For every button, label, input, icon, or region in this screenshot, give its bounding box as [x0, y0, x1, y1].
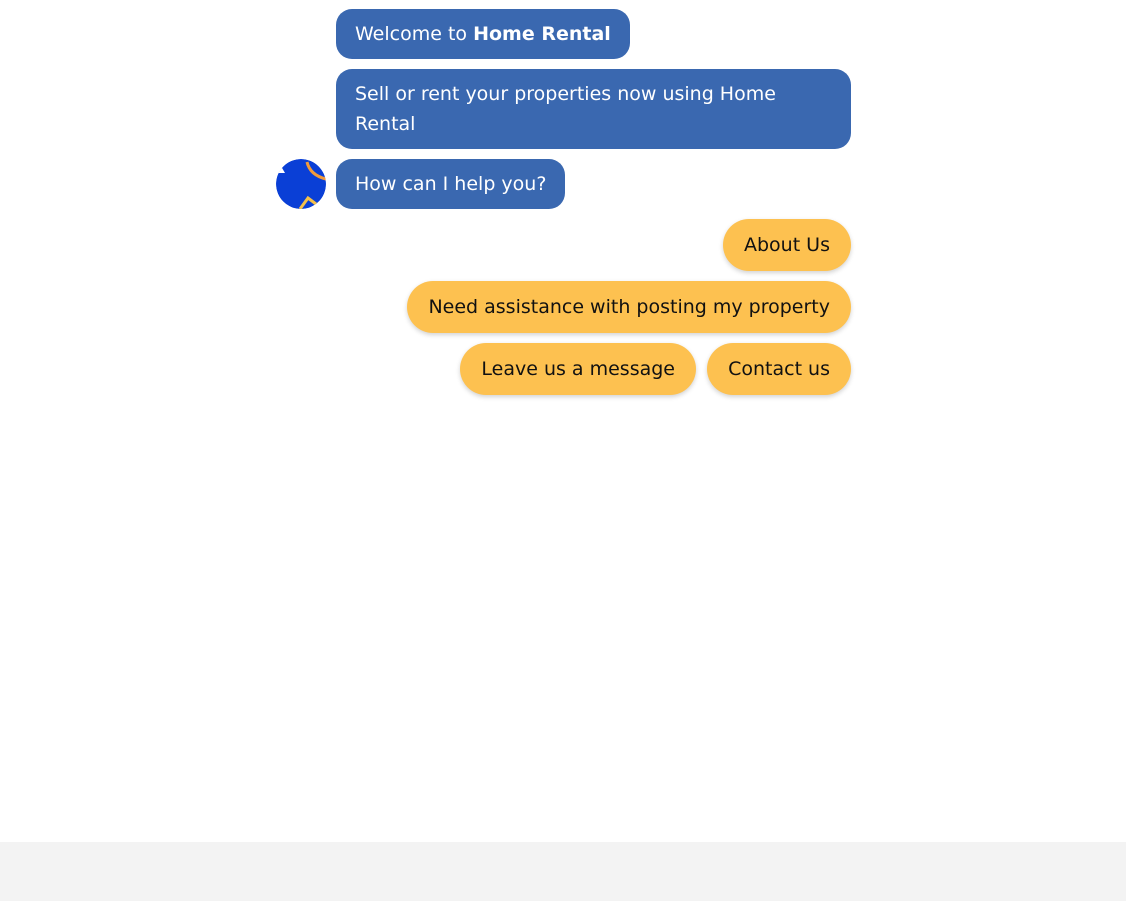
composer-bar[interactable]: [0, 842, 1126, 901]
quick-reply-about-us[interactable]: About Us: [722, 219, 851, 271]
quick-reply-posting-assistance[interactable]: Need assistance with posting my property: [407, 281, 851, 333]
chat-transcript: Welcome to Home Rental Sell or rent your…: [0, 0, 1126, 842]
bot-avatar-icon: [276, 159, 326, 209]
bot-message-intro: Sell or rent your properties now using H…: [336, 69, 851, 149]
quick-reply-contact-us[interactable]: Contact us: [707, 343, 851, 395]
bot-message-welcome: Welcome to Home Rental: [336, 9, 630, 59]
bot-message-help: How can I help you?: [336, 159, 566, 209]
welcome-prefix: Welcome to: [355, 23, 474, 45]
quick-reply-leave-message[interactable]: Leave us a message: [460, 343, 696, 395]
welcome-brand: Home Rental: [473, 23, 611, 45]
bot-avatar-graphic: [276, 159, 326, 209]
